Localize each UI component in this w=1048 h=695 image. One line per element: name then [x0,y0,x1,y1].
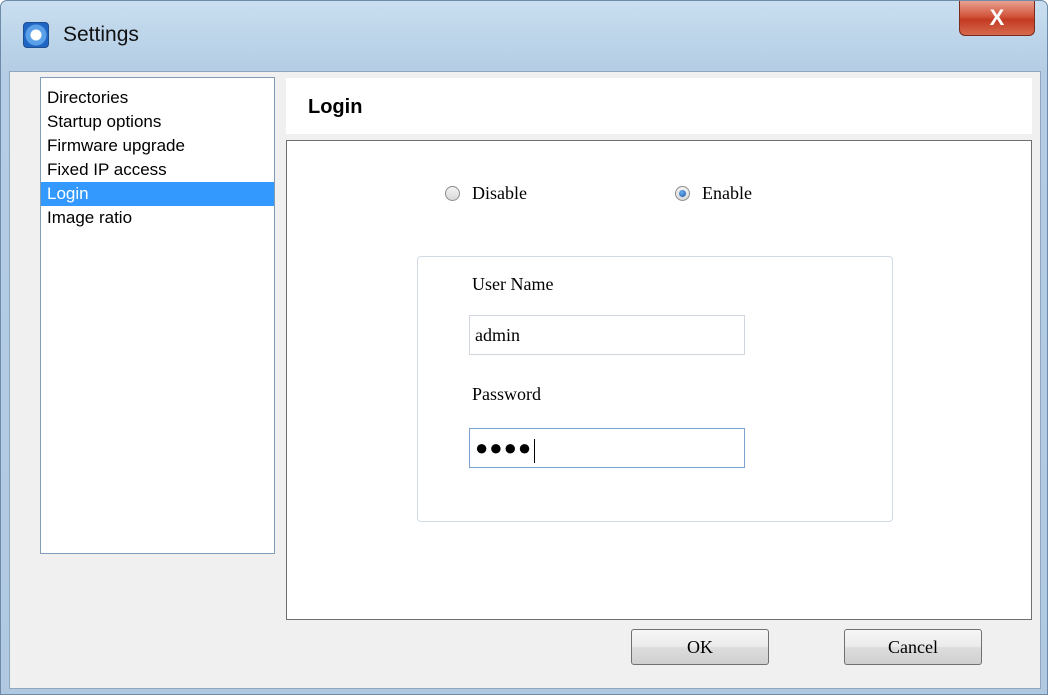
sidebar-item-fixed-ip-access[interactable]: Fixed IP access [41,158,274,182]
text-caret [534,438,536,463]
section-header: Login [286,78,1032,134]
title-bar[interactable]: Settings X [1,1,1047,71]
cancel-button[interactable]: Cancel [844,629,982,665]
radio-checked-icon [675,186,690,201]
settings-category-list[interactable]: Directories Startup options Firmware upg… [40,77,275,554]
sidebar-item-login[interactable]: Login [41,182,274,206]
sidebar-item-firmware-upgrade[interactable]: Firmware upgrade [41,134,274,158]
disable-radio[interactable]: Disable [445,183,527,204]
password-masked-value: ●●●● [475,435,533,460]
close-icon: X [989,5,1005,30]
username-label: User Name [472,274,554,294]
ok-button[interactable]: OK [631,629,769,665]
disable-radio-label: Disable [472,183,527,203]
login-settings-panel: Disable Enable User Name admin Password … [286,140,1032,620]
credentials-group: User Name admin Password ●●●● [417,256,893,522]
window-title: Settings [63,23,139,46]
enable-radio-label: Enable [702,183,752,203]
username-field[interactable]: admin [469,315,745,355]
sidebar-item-image-ratio[interactable]: Image ratio [41,206,274,230]
sidebar-item-startup-options[interactable]: Startup options [41,110,274,134]
password-label: Password [472,384,542,404]
page-title: Login [308,96,363,118]
sidebar-item-directories[interactable]: Directories [41,86,274,110]
close-button[interactable]: X [959,1,1035,36]
dialog-client-area: Directories Startup options Firmware upg… [9,71,1041,689]
enable-radio[interactable]: Enable [675,183,752,204]
password-field[interactable]: ●●●● [469,428,745,468]
app-icon [23,22,49,48]
radio-unchecked-icon [445,186,460,201]
settings-window: Settings X Directories Startup options F… [0,0,1048,695]
